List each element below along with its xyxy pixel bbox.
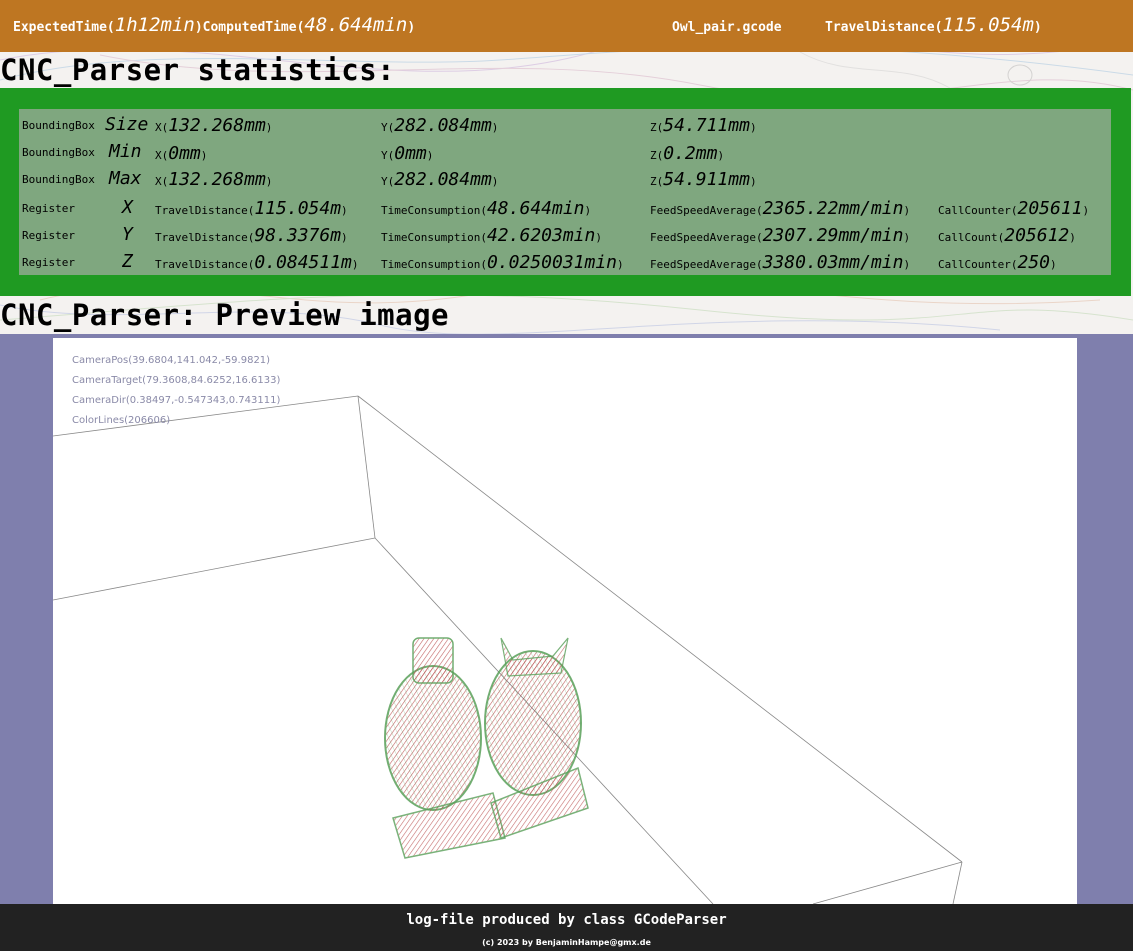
bbox-z: Z(54.911mm) [650, 169, 757, 190]
bbox-label: BoundingBox [22, 146, 95, 159]
travel-distance-close: ) [1033, 20, 1042, 35]
register-counter: CallCount(205612) [938, 225, 1076, 246]
file-name: Owl_pair.gcode [672, 20, 782, 35]
bbox-y: Y(282.084mm) [381, 169, 499, 190]
stats-title: CNC_Parser statistics: [0, 53, 396, 87]
register-time: TimeConsumption(48.644min) [381, 198, 592, 219]
register-travel: TravelDistance(115.054m) [155, 198, 348, 219]
bbox-x: X(0mm) [155, 143, 208, 164]
register-time: TimeConsumption(0.0250031min) [381, 252, 624, 273]
register-feed: FeedSpeedAverage(2307.29mm/min) [650, 225, 911, 246]
register-axis: Z [122, 251, 133, 272]
travel-distance: TravelDistance(115.054m) [825, 14, 1042, 36]
footer: log-file produced by class GCodeParser (… [0, 904, 1133, 951]
expected-time-value: 1h12min [114, 14, 195, 36]
bbox-z: Z(54.711mm) [650, 115, 757, 136]
register-travel: TravelDistance(98.3376m) [155, 225, 348, 246]
preview-canvas[interactable]: CameraPos(39.6804,141.042,-59.9821) Came… [53, 338, 1077, 904]
bbox-z: Z(0.2mm) [650, 143, 725, 164]
bbox-label: BoundingBox [22, 173, 95, 186]
bbox-label: BoundingBox [22, 119, 95, 132]
bbox-kind: Max [109, 168, 142, 189]
register-counter: CallCounter(205611) [938, 198, 1090, 219]
computed-time-label: )ComputedTime( [194, 20, 305, 35]
camera-target: CameraTarget(79.3608,84.6252,16.6133) [72, 375, 281, 386]
statistics-table: BoundingBox Size X(132.268mm) Y(282.084m… [19, 109, 1111, 275]
computed-time-close: ) [407, 20, 416, 35]
preview-3d-render [53, 395, 963, 904]
register-axis: X [122, 197, 133, 218]
bbox-kind: Min [109, 141, 142, 162]
camera-pos: CameraPos(39.6804,141.042,-59.9821) [72, 355, 271, 366]
top-status-bar: ExpectedTime(1h12min)ComputedTime(48.644… [0, 0, 1133, 52]
register-feed: FeedSpeedAverage(2365.22mm/min) [650, 198, 911, 219]
register-label: Register [22, 229, 75, 242]
expected-time: ExpectedTime(1h12min)ComputedTime(48.644… [13, 14, 415, 36]
travel-distance-label: TravelDistance( [825, 20, 943, 35]
computed-time-value: 48.644min [304, 14, 408, 36]
footer-line1: log-file produced by class GCodeParser [406, 912, 727, 928]
bbox-x: X(132.268mm) [155, 115, 273, 136]
register-label: Register [22, 256, 75, 269]
preview-frame: CameraPos(39.6804,141.042,-59.9821) Came… [0, 334, 1133, 904]
owl-right-model [484, 637, 589, 839]
register-counter: CallCounter(250) [938, 252, 1057, 273]
register-label: Register [22, 202, 75, 215]
register-feed: FeedSpeedAverage(3380.03mm/min) [650, 252, 911, 273]
expected-time-label: ExpectedTime( [13, 20, 115, 35]
bbox-x: X(132.268mm) [155, 169, 273, 190]
footer-copyright: (c) 2023 by BenjaminHampe@gmx.de [482, 938, 651, 947]
bbox-y: Y(282.084mm) [381, 115, 499, 136]
preview-title: CNC_Parser: Preview image [0, 298, 449, 332]
bbox-kind: Size [105, 114, 149, 135]
register-travel: TravelDistance(0.084511m) [155, 252, 359, 273]
travel-distance-value: 115.054m [942, 14, 1034, 36]
register-axis: Y [122, 224, 133, 245]
statistics-panel: BoundingBox Size X(132.268mm) Y(282.084m… [0, 88, 1131, 296]
color-lines: ColorLines(206606) [72, 415, 171, 426]
register-time: TimeConsumption(42.6203min) [381, 225, 602, 246]
camera-dir: CameraDir(0.38497,-0.547343,0.743111) [72, 395, 281, 406]
bbox-y: Y(0mm) [381, 143, 434, 164]
